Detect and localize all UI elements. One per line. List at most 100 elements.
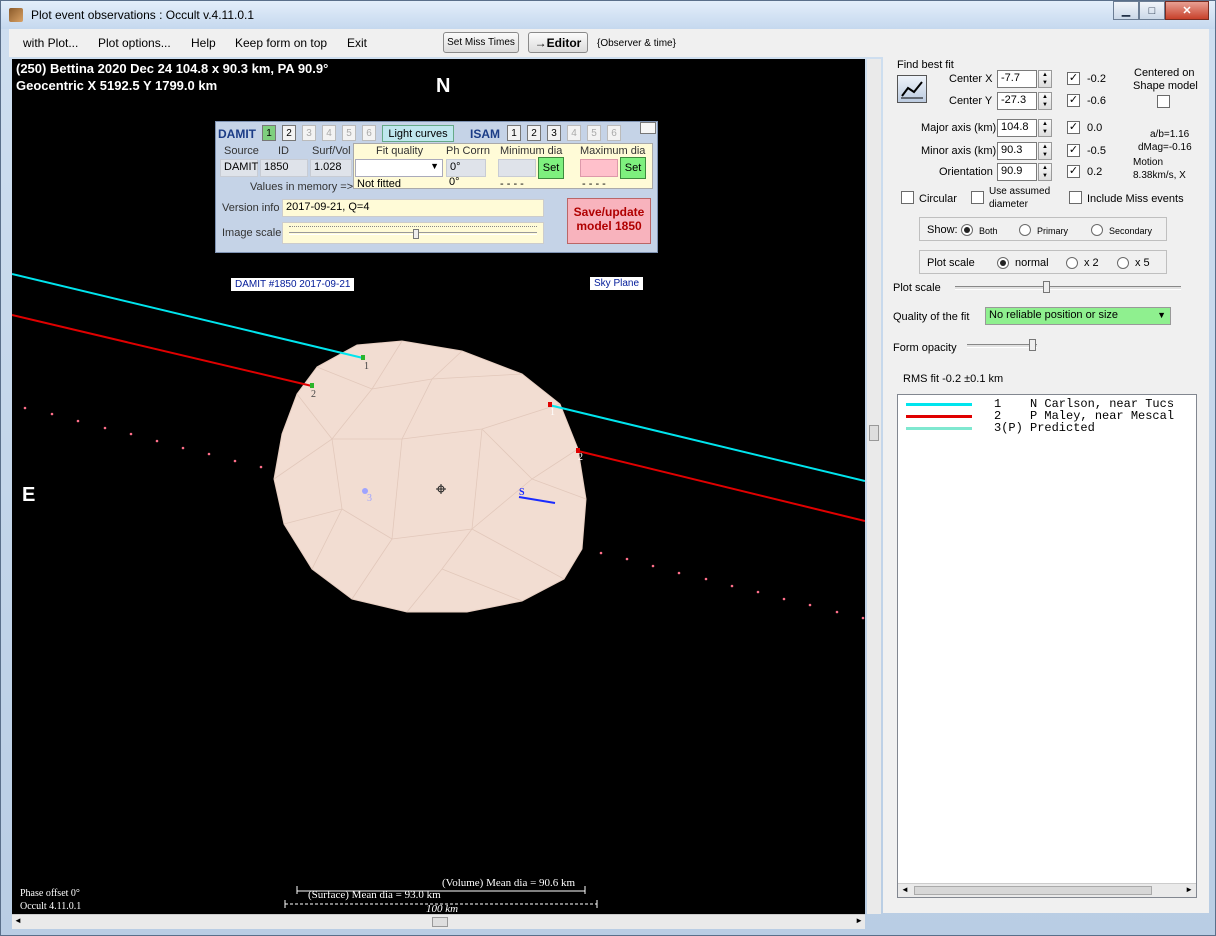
center-y-checkbox[interactable]: ✓ xyxy=(1067,94,1080,107)
isam-model-1-button[interactable]: 1 xyxy=(507,125,521,141)
set-miss-times-button[interactable]: Set Miss Times xyxy=(443,32,519,53)
scroll-right-icon[interactable]: ► xyxy=(855,916,863,925)
plot-canvas[interactable]: (250) Bettina 2020 Dec 24 104.8 x 90.3 k… xyxy=(12,59,865,914)
observer-legend-list[interactable]: 1 N Carlson, near Tucs 2 P Maley, near M… xyxy=(897,394,1197,898)
maximize-button[interactable]: □ xyxy=(1139,1,1165,20)
damit-model-5-button[interactable]: 5 xyxy=(342,125,356,141)
legend-hscrollbar[interactable]: ◄ ► xyxy=(898,883,1196,897)
center-x-checkbox[interactable]: ✓ xyxy=(1067,72,1080,85)
east-label: E xyxy=(22,484,36,506)
phcorr-field[interactable]: 0° xyxy=(446,159,486,177)
legend-item-3[interactable]: 3(P) Predicted xyxy=(906,421,1095,435)
center-x-label: Center X xyxy=(949,73,993,85)
chord-label: 1 xyxy=(364,361,369,372)
use-assumed-diameter-checkbox[interactable] xyxy=(971,191,984,204)
include-miss-events-checkbox[interactable] xyxy=(1069,191,1082,204)
app-icon xyxy=(9,8,23,22)
light-curves-button[interactable]: Light curves xyxy=(382,125,454,142)
plot-scale-x2-radio[interactable] xyxy=(1066,257,1078,269)
panel-minimize-button[interactable] xyxy=(640,122,656,134)
center-y-spinner[interactable]: ▲ ▼ xyxy=(1038,92,1052,110)
chord-label: 2 xyxy=(578,452,583,463)
show-label: Show: xyxy=(927,224,958,236)
menu-plot-options[interactable]: Plot options... xyxy=(98,36,171,50)
not-fitted-label: Not fitted xyxy=(357,178,402,190)
chevron-down-icon: ▼ xyxy=(1157,310,1166,320)
isam-model-2-button[interactable]: 2 xyxy=(527,125,541,141)
menu-help[interactable]: Help xyxy=(191,36,216,50)
center-x-spinner[interactable]: ▲ ▼ xyxy=(1038,70,1052,88)
isam-model-3-button[interactable]: 3 xyxy=(547,125,561,141)
plot-scale-slider[interactable] xyxy=(955,286,1181,290)
editor-button[interactable]: →Editor xyxy=(528,32,588,53)
source-field: DAMIT xyxy=(220,159,258,177)
event-header: (250) Bettina 2020 Dec 24 104.8 x 90.3 k… xyxy=(16,61,329,76)
horizontal-scrollbar[interactable]: ◄ ► xyxy=(12,914,865,929)
minimize-button[interactable]: ▁ xyxy=(1113,1,1139,20)
use-assumed-label: Use assumed xyxy=(989,186,1051,197)
centered-on-shape-checkbox[interactable] xyxy=(1157,95,1170,108)
form-opacity-thumb[interactable] xyxy=(1029,339,1036,351)
title-bar: Plot event observations : Occult v.4.11.… xyxy=(1,1,1215,29)
minor-axis-spinner[interactable]: ▲ ▼ xyxy=(1038,142,1052,160)
set-max-dia-button[interactable]: Set xyxy=(620,157,646,179)
damit-model-1-button[interactable]: 1 xyxy=(262,125,276,141)
chord-2-disappear-marker xyxy=(310,383,314,388)
plot-scale-normal-radio[interactable] xyxy=(997,257,1009,269)
x2-label: x 2 xyxy=(1084,257,1099,269)
menu-with-plot[interactable]: with Plot... xyxy=(23,36,78,50)
set-min-dia-button[interactable]: Set xyxy=(538,157,564,179)
show-secondary-radio[interactable] xyxy=(1091,224,1103,236)
form-opacity-slider[interactable] xyxy=(967,344,1037,348)
damit-model-3-button[interactable]: 3 xyxy=(302,125,316,141)
legend-color-swatch xyxy=(906,414,972,418)
scroll-left-icon[interactable]: ◄ xyxy=(901,885,909,894)
show-both-radio[interactable] xyxy=(961,224,973,236)
image-scale-slider[interactable] xyxy=(282,222,544,244)
close-button[interactable]: ✕ xyxy=(1165,1,1209,20)
menu-exit[interactable]: Exit xyxy=(347,36,367,50)
min-dia-field[interactable] xyxy=(498,159,536,177)
show-primary-radio[interactable] xyxy=(1019,224,1031,236)
chord-label: 1 xyxy=(550,407,555,418)
form-opacity-label: Form opacity xyxy=(893,342,957,354)
damit-model-4-button[interactable]: 4 xyxy=(322,125,336,141)
slider-thumb[interactable] xyxy=(413,229,419,239)
minor-axis-delta: -0.5 xyxy=(1087,145,1106,157)
plot-scale-thumb[interactable] xyxy=(1043,281,1050,293)
damit-model-2-button[interactable]: 2 xyxy=(282,125,296,141)
normal-label: normal xyxy=(1015,257,1049,269)
damit-model-6-button[interactable]: 6 xyxy=(362,125,376,141)
diameter-label: diameter xyxy=(989,199,1028,210)
fit-quality-select[interactable]: ▼ xyxy=(355,159,443,177)
scroll-left-icon[interactable]: ◄ xyxy=(14,916,22,925)
major-axis-input[interactable]: 104.8 xyxy=(997,119,1037,137)
chevron-down-icon: ▼ xyxy=(430,161,439,171)
save-update-model-button[interactable]: Save/update model 1850 xyxy=(567,198,651,244)
vertical-scrollbar[interactable] xyxy=(867,59,881,914)
orientation-input[interactable]: 90.9 xyxy=(997,163,1037,181)
center-x-input[interactable]: -7.7 xyxy=(997,70,1037,88)
orientation-checkbox[interactable]: ✓ xyxy=(1067,165,1080,178)
scroll-right-icon[interactable]: ► xyxy=(1185,885,1193,894)
orientation-spinner[interactable]: ▲ ▼ xyxy=(1038,163,1052,181)
isam-model-4-button[interactable]: 4 xyxy=(567,125,581,141)
minor-axis-input[interactable]: 90.3 xyxy=(997,142,1037,160)
north-label: N xyxy=(436,75,451,97)
plot-scale-group-label: Plot scale xyxy=(927,257,975,269)
menu-keep-on-top[interactable]: Keep form on top xyxy=(235,36,327,50)
menu-bar: with Plot... Plot options... Help Keep f… xyxy=(9,29,1209,57)
isam-model-6-button[interactable]: 6 xyxy=(607,125,621,141)
plot-scale-x5-radio[interactable] xyxy=(1117,257,1129,269)
phcorr-memory: 0° xyxy=(449,176,460,188)
major-axis-spinner[interactable]: ▲ ▼ xyxy=(1038,119,1052,137)
find-best-fit-button[interactable] xyxy=(897,75,927,103)
circular-checkbox[interactable] xyxy=(901,191,914,204)
quality-select[interactable]: No reliable position or size ▼ xyxy=(985,307,1171,325)
chord-2-line xyxy=(12,314,313,387)
minor-axis-checkbox[interactable]: ✓ xyxy=(1067,144,1080,157)
isam-model-5-button[interactable]: 5 xyxy=(587,125,601,141)
max-dia-field[interactable] xyxy=(580,159,618,177)
major-axis-checkbox[interactable]: ✓ xyxy=(1067,121,1080,134)
center-y-input[interactable]: -27.3 xyxy=(997,92,1037,110)
